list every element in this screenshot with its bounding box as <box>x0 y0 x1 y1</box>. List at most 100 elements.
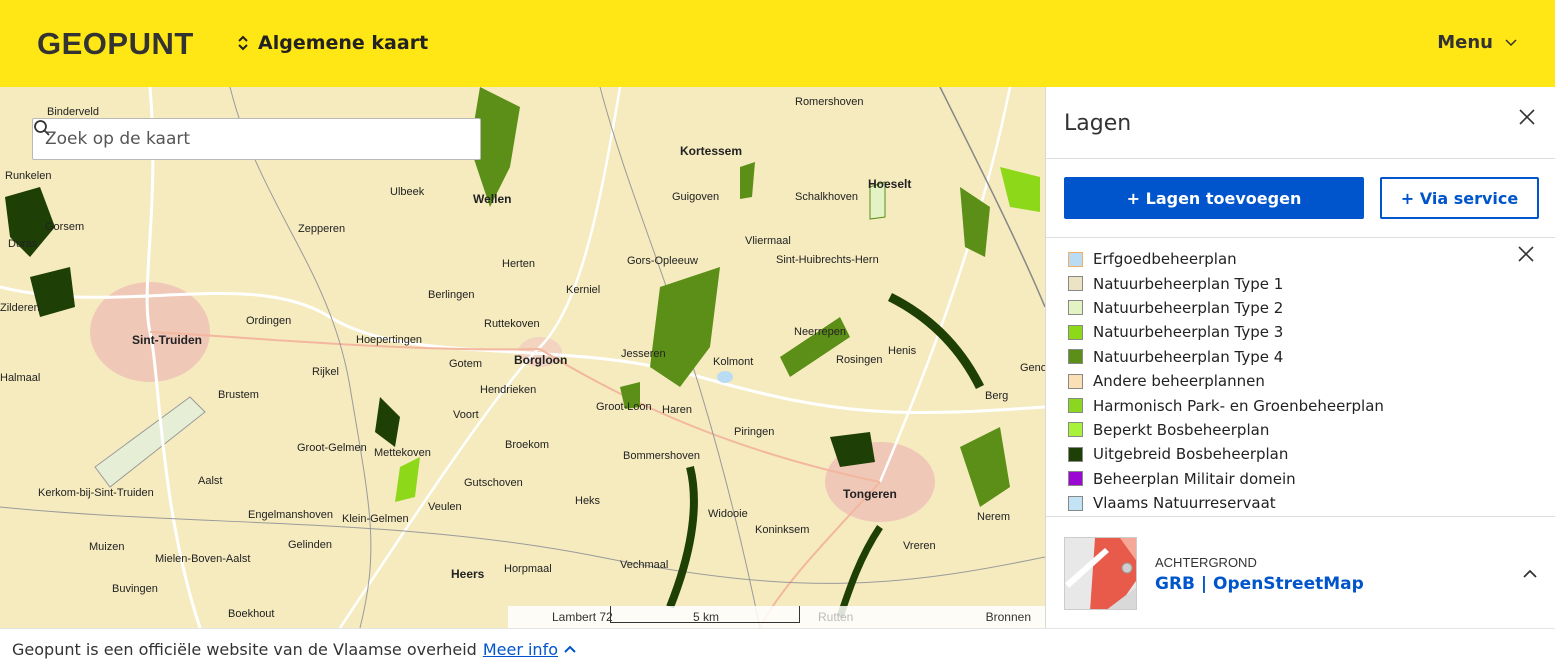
legend-item: Beheerplan Militair domein <box>1068 467 1384 491</box>
add-layers-button[interactable]: + Lagen toevoegen <box>1064 177 1364 219</box>
place-label: Wellen <box>473 192 511 206</box>
place-label: Ordingen <box>246 315 291 327</box>
more-info-link[interactable]: Meer info <box>483 640 558 659</box>
legend-swatch <box>1068 251 1083 267</box>
place-label: Kolmont <box>713 356 753 368</box>
place-label: Schalkhoven <box>795 191 858 203</box>
forest-strip <box>836 525 883 619</box>
road <box>878 87 1012 483</box>
geopunt-logo[interactable]: GEOPUNT <box>37 26 194 62</box>
place-label: Gutschoven <box>464 477 523 489</box>
place-label: Kortessem <box>680 144 742 158</box>
place-label: Mielen-Boven-Aalst <box>155 553 250 565</box>
place-label: Veulen <box>428 501 462 513</box>
place-label: Hoeselt <box>868 177 911 191</box>
footer-bar: Geopunt is een officiële website van de … <box>0 628 1555 669</box>
place-label: Berlingen <box>428 289 474 301</box>
place-label: Rosingen <box>836 354 882 366</box>
chevron-up-icon[interactable] <box>1521 565 1539 583</box>
place-label: Vliermaal <box>745 235 791 247</box>
legend-label: Harmonisch Park- en Groenbeheerplan <box>1093 396 1384 415</box>
place-label: Koninksem <box>755 524 809 536</box>
legend-swatch <box>1068 300 1083 316</box>
map-canvas[interactable]: Binderveld Romershoven Kortessem Runkele… <box>0 87 1045 628</box>
background-thumbnail[interactable] <box>1064 537 1137 610</box>
map-selector[interactable]: Algemene kaart <box>236 32 428 54</box>
legend-swatch <box>1068 373 1083 389</box>
place-label: Romershoven <box>795 96 863 108</box>
close-legend-icon[interactable] <box>1517 245 1535 263</box>
place-label: Ulbeek <box>390 186 425 198</box>
place-label: Widooie <box>708 508 748 520</box>
place-label: Gelinden <box>288 539 332 551</box>
water <box>717 371 733 383</box>
background-section[interactable]: ACHTERGROND GRB | OpenStreetMap <box>1064 537 1539 611</box>
place-label: Heers <box>451 567 485 581</box>
top-header: GEOPUNT Algemene kaart Menu <box>0 0 1555 87</box>
place-label: Berg <box>985 390 1008 402</box>
place-label: Broekom <box>505 439 549 451</box>
search-input[interactable] <box>45 129 468 149</box>
place-label: Groot-Loon <box>596 401 652 413</box>
place-label: Binderveld <box>47 106 99 118</box>
layer-legend: Erfgoedbeheerplan Natuurbeheerplan Type … <box>1068 247 1384 515</box>
nature-area <box>650 267 720 387</box>
map-view[interactable]: Binderveld Romershoven Kortessem Runkele… <box>0 87 1045 628</box>
legend-item: Erfgoedbeheerplan <box>1068 247 1384 271</box>
layers-panel: Lagen + Lagen toevoegen + Via service Er… <box>1045 87 1555 628</box>
place-label: Klein-Gelmen <box>342 513 409 525</box>
divider <box>1046 237 1555 238</box>
background-value[interactable]: GRB | OpenStreetMap <box>1155 574 1364 594</box>
place-label: Gotem <box>449 358 482 370</box>
forest-area <box>375 397 400 447</box>
place-label: Gors-Opleeuw <box>627 255 698 267</box>
place-label: Vechmaal <box>620 559 668 571</box>
legend-item: Vlaams Natuurreservaat <box>1068 491 1384 515</box>
place-label: Borgloon <box>514 353 567 367</box>
legend-label: Natuurbeheerplan Type 3 <box>1093 323 1284 342</box>
legend-label: Vlaams Natuurreservaat <box>1093 494 1276 513</box>
chevron-down-icon <box>1505 38 1517 46</box>
legend-item: Natuurbeheerplan Type 1 <box>1068 271 1384 295</box>
place-label: Halmaal <box>0 372 40 384</box>
place-label: Buvingen <box>112 583 158 595</box>
search-icon[interactable] <box>33 119 51 137</box>
close-icon[interactable] <box>1517 107 1537 127</box>
legend-label: Natuurbeheerplan Type 2 <box>1093 298 1284 317</box>
place-label: Rijkel <box>312 366 339 378</box>
place-label: Sint-Huibrechts-Hern <box>776 254 879 266</box>
legend-label: Beperkt Bosbeheerplan <box>1093 420 1270 439</box>
menu-button[interactable]: Menu <box>1437 32 1517 53</box>
place-label: Engelmanshoven <box>248 509 333 521</box>
nature-area <box>960 187 990 257</box>
place-label: Kerniel <box>566 284 600 296</box>
via-service-button[interactable]: + Via service <box>1380 177 1539 219</box>
map-search-box[interactable] <box>32 118 481 160</box>
place-label: Horpmaal <box>504 563 552 575</box>
footer-text: Geopunt is een officiële website van de … <box>12 639 477 659</box>
legend-label: Natuurbeheerplan Type 4 <box>1093 347 1284 366</box>
legend-label: Natuurbeheerplan Type 1 <box>1093 274 1284 293</box>
nature-area <box>395 457 420 502</box>
chevron-up-icon[interactable] <box>564 645 576 653</box>
place-label: Herten <box>502 258 535 270</box>
place-label: Piringen <box>734 426 774 438</box>
place-label: Voort <box>453 409 479 421</box>
legend-item: Beperkt Bosbeheerplan <box>1068 418 1384 442</box>
place-label: Kerkom-bij-Sint-Truiden <box>38 487 154 499</box>
place-label: Boekhout <box>228 608 274 620</box>
legend-swatch <box>1068 471 1083 487</box>
place-label: Mettekoven <box>374 447 431 459</box>
projection-label: Lambert 72 <box>552 610 613 624</box>
sources-link[interactable]: Bronnen <box>986 610 1031 624</box>
place-label: Jesseren <box>621 348 666 360</box>
place-label: Henis <box>888 345 917 357</box>
place-label: Nerem <box>977 511 1010 523</box>
airfield <box>94 396 206 488</box>
place-label: Haren <box>662 404 692 416</box>
place-label: Genoelselderen <box>1020 362 1045 374</box>
nature-area <box>960 427 1010 507</box>
panel-title: Lagen <box>1064 111 1132 136</box>
legend-item: Harmonisch Park- en Groenbeheerplan <box>1068 393 1384 417</box>
divider <box>1046 516 1555 517</box>
